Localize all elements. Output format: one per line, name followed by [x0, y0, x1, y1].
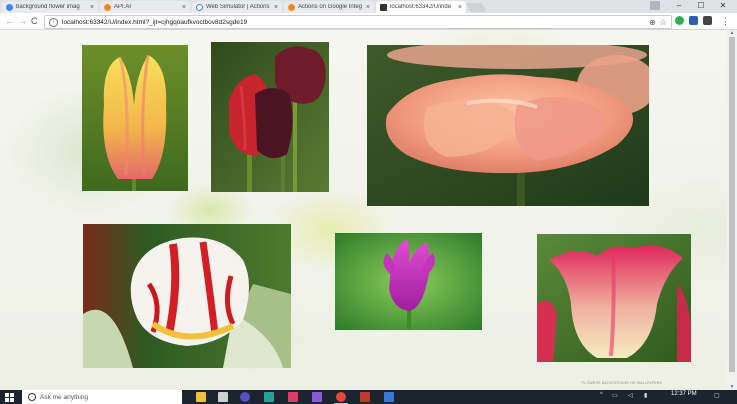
app-icon-2[interactable]	[218, 392, 228, 402]
tab-close-icon[interactable]: ×	[274, 4, 278, 11]
intellij-icon[interactable]	[288, 392, 298, 402]
tab-title: localhost:63342/U/inde	[390, 4, 452, 10]
chrome-menu-icon[interactable]: ⋮	[721, 15, 730, 27]
eclipse-icon[interactable]	[240, 392, 250, 402]
visual-studio-icon[interactable]	[312, 392, 322, 402]
box-extension-icon[interactable]	[703, 16, 712, 25]
tab-title: API.AI	[114, 4, 132, 10]
tulip-photo-yellow-pink	[82, 45, 188, 191]
search-placeholder: Ask me anything	[40, 393, 89, 401]
taskbar-clock[interactable]: 12:37 PM	[671, 391, 697, 397]
close-window-button[interactable]: ✕	[712, 0, 734, 12]
apiai-icon	[104, 3, 111, 11]
back-button[interactable]: ←	[5, 15, 14, 27]
notifications-icon[interactable]: ▢	[714, 392, 720, 399]
taskbar-search-box[interactable]: Ask me anything	[22, 390, 182, 404]
site-info-icon[interactable]: i	[49, 17, 58, 27]
tulip-photo-red-white-striped	[83, 224, 291, 368]
battery-icon[interactable]: ▮	[644, 392, 647, 399]
network-icon[interactable]: ▭	[612, 392, 618, 399]
tulip-photo-magenta	[335, 233, 482, 330]
app-icon-9[interactable]	[384, 392, 394, 402]
jetbrains-icon	[380, 3, 387, 11]
tulip-photo-red-dark	[211, 42, 329, 192]
page-content: FLOWERS BACKGROUND HD WALLPAPERS	[0, 30, 727, 390]
tab-close-icon[interactable]: ×	[458, 4, 462, 11]
browser-tab-1[interactable]: background flower imag ×	[2, 1, 98, 13]
new-tab-button[interactable]	[465, 3, 487, 12]
forward-button[interactable]: →	[18, 15, 27, 27]
browser-toolbar: ← → C i localhost:63342/U/index.html?_ij…	[0, 13, 737, 30]
zoom-icon[interactable]: ⊕	[649, 18, 656, 27]
tulip-photo-pink-cream	[537, 234, 691, 362]
minimize-button[interactable]: –	[668, 0, 690, 12]
tab-close-icon[interactable]: ×	[366, 4, 370, 11]
windows-start-icon[interactable]	[5, 393, 14, 402]
vertical-scrollbar[interactable]: ▲ ▼	[727, 30, 737, 390]
tab-title: Actions on Google Integ	[298, 4, 362, 10]
apiai-icon	[288, 3, 295, 11]
z-extension-icon[interactable]	[689, 16, 698, 25]
url-text[interactable]: localhost:63342/U/index.html?_ijt=cjhgqo…	[62, 19, 649, 26]
bookmark-star-icon[interactable]: ☆	[660, 18, 667, 27]
tab-title: Web Simulator | Actions	[206, 4, 270, 10]
browser-tab-3[interactable]: Web Simulator | Actions ×	[192, 1, 282, 13]
windows-taskbar: Ask me anything ^ ▭ ◁ ▮ 12:37 PM ▢	[0, 390, 737, 404]
tulip-photo-peach	[367, 45, 649, 206]
chrome-icon[interactable]	[334, 392, 348, 404]
address-bar[interactable]: i localhost:63342/U/index.html?_ijt=cjhg…	[44, 15, 672, 29]
tab-title: background flower imag	[16, 4, 80, 10]
google-g-icon	[6, 3, 13, 11]
word-icon[interactable]	[360, 392, 370, 402]
scroll-up-arrow-icon[interactable]: ▲	[727, 30, 737, 36]
web-simulator-icon	[196, 3, 203, 11]
maximize-button[interactable]: ☐	[690, 0, 712, 12]
wallpaper-credit-text: FLOWERS BACKGROUND HD WALLPAPERS	[582, 381, 663, 385]
browser-tab-4[interactable]: Actions on Google Integ ×	[284, 1, 374, 13]
app-icon-4[interactable]	[264, 392, 274, 402]
reload-button[interactable]: C	[31, 15, 38, 27]
browser-tab-5-active[interactable]: localhost:63342/U/inde ×	[376, 1, 466, 13]
volume-icon[interactable]: ◁	[628, 392, 633, 399]
scrollbar-thumb[interactable]	[729, 37, 735, 372]
browser-tab-2[interactable]: API.AI ×	[100, 1, 190, 13]
file-explorer-icon[interactable]	[196, 392, 206, 402]
search-icon	[28, 393, 36, 401]
tab-close-icon[interactable]: ×	[182, 4, 186, 11]
profile-icon[interactable]	[650, 1, 660, 10]
tab-close-icon[interactable]: ×	[90, 4, 94, 11]
tray-up-arrow-icon[interactable]: ^	[600, 392, 603, 398]
browser-tab-strip: background flower imag × API.AI × Web Si…	[0, 0, 737, 13]
check-extension-icon[interactable]	[675, 16, 684, 25]
